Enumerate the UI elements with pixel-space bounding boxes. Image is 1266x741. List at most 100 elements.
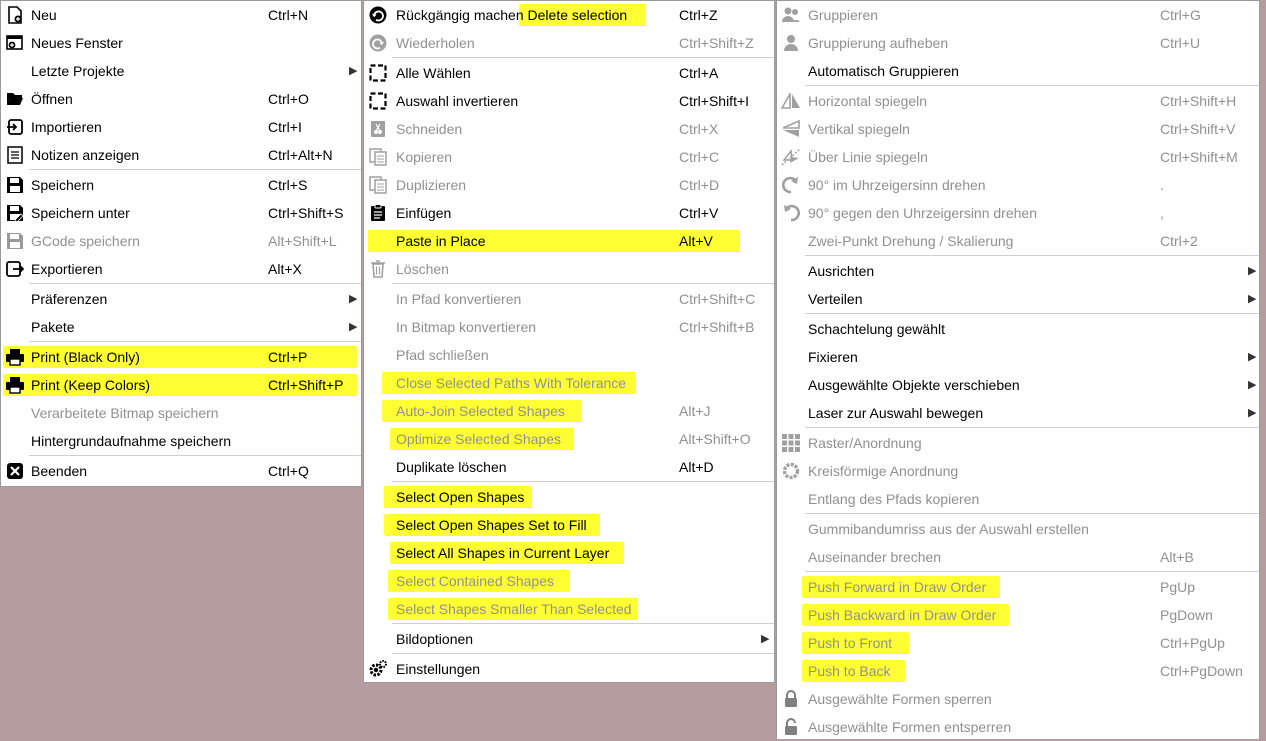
menu-item-auto-join[interactable]: Auto-Join Selected Shapes Alt+J [364,397,774,425]
menu-item-label: In Pfad konvertieren [396,291,522,307]
menu-item-unlock-shapes[interactable]: Ausgewählte Formen entsperren [777,713,1259,741]
menu-item-flip-horizontal[interactable]: Horizontal spiegeln Ctrl+Shift+H [777,87,1259,115]
menu-item-align[interactable]: Ausrichten ▶ [777,257,1259,285]
menu-item-redo[interactable]: Wiederholen Ctrl+Shift+Z [364,29,774,57]
menu-item-save[interactable]: Speichern Ctrl+S [1,171,361,199]
cut-icon [368,119,388,139]
group-icon [781,5,801,25]
menu-item-select-all[interactable]: Alle Wählen Ctrl+A [364,59,774,87]
menu-item-invert-selection[interactable]: Auswahl invertieren Ctrl+Shift+I [364,87,774,115]
menu-item-push-back[interactable]: Push to Back Ctrl+PgDown [777,657,1259,685]
menu-item-shortcut: , [1160,205,1164,221]
menu-item-two-point-rotate[interactable]: Zwei-Punkt Drehung / Skalierung Ctrl+2 [777,227,1259,255]
menu-item-label: Letzte Projekte [31,63,125,79]
menu-item-cut[interactable]: Schneiden Ctrl+X [364,115,774,143]
menu-item-nest-selected[interactable]: Schachtelung gewählt [777,315,1259,343]
menu-item-delete-duplicates[interactable]: Duplikate löschen Alt+D [364,453,774,481]
menu-item-close-paths-tolerance[interactable]: Close Selected Paths With Tolerance [364,369,774,397]
edit-menu: Rückgängig machen Delete selection Ctrl+… [363,0,775,683]
menu-item-shortcut: Alt+X [268,261,302,277]
menu-item-packages[interactable]: Pakete ▶ [1,313,361,341]
menu-item-mirror-line[interactable]: Über Linie spiegeln Ctrl+Shift+M [777,143,1259,171]
menu-item-shortcut: Ctrl+PgDown [1160,663,1243,679]
menu-item-open[interactable]: Öffnen Ctrl+O [1,85,361,113]
printer-icon [5,347,25,367]
menu-item-select-open-shapes[interactable]: Select Open Shapes [364,483,774,511]
menu-item-close-path[interactable]: Pfad schließen [364,341,774,369]
menu-item-optimize-shapes[interactable]: Optimize Selected Shapes Alt+Shift+O [364,425,774,453]
menu-item-push-forward[interactable]: Push Forward in Draw Order PgUp [777,573,1259,601]
menu-item-import[interactable]: Importieren Ctrl+I [1,113,361,141]
menu-item-convert-to-bitmap[interactable]: In Bitmap konvertieren Ctrl+Shift+B [364,313,774,341]
menu-item-recent-projects[interactable]: Letzte Projekte ▶ [1,57,361,85]
menu-item-select-smaller[interactable]: Select Shapes Smaller Than Selected [364,595,774,623]
menu-item-lock[interactable]: Fixieren ▶ [777,343,1259,371]
menu-item-label: Verarbeitete Bitmap speichern [31,405,219,421]
menu-item-duplicate[interactable]: Duplizieren Ctrl+D [364,171,774,199]
menu-item-rubber-band[interactable]: Gummibandumriss aus der Auswahl erstelle… [777,515,1259,543]
menu-item-preferences[interactable]: Präferenzen ▶ [1,285,361,313]
menu-item-move-selected[interactable]: Ausgewählte Objekte verschieben ▶ [777,371,1259,399]
menu-item-label: Einstellungen [396,661,481,677]
menu-item-push-backward[interactable]: Push Backward in Draw Order PgDown [777,601,1259,629]
menu-item-print-colors[interactable]: Print (Keep Colors) Ctrl+Shift+P [1,371,361,399]
folder-open-icon [5,89,25,109]
menu-item-label: Auseinander brechen [808,549,942,565]
menu-item-label: Importieren [31,119,102,135]
paste-icon [368,203,388,223]
menu-item-new-window[interactable]: Neues Fenster [1,29,361,57]
menu-item-save-processed-bitmap[interactable]: Verarbeitete Bitmap speichern [1,399,361,427]
menu-item-undo[interactable]: Rückgängig machen Delete selection Ctrl+… [364,1,774,29]
invert-selection-icon [368,91,388,111]
menu-item-rotate-ccw[interactable]: 90° gegen den Uhrzeigersinn drehen , [777,199,1259,227]
menu-item-label: Zwei-Punkt Drehung / Skalierung [808,233,1014,249]
menu-item-group[interactable]: Gruppieren Ctrl+G [777,1,1259,29]
menu-item-lock-shapes[interactable]: Ausgewählte Formen sperren [777,685,1259,713]
menu-item-settings[interactable]: Einstellungen [364,655,774,683]
menu-item-break-apart[interactable]: Auseinander brechen Alt+B [777,543,1259,571]
submenu-arrow-icon: ▶ [1248,379,1257,391]
menu-item-delete[interactable]: Löschen [364,255,774,283]
menu-item-label: Wiederholen [396,35,475,51]
menu-item-convert-to-path[interactable]: In Pfad konvertieren Ctrl+Shift+C [364,285,774,313]
menu-item-move-laser[interactable]: Laser zur Auswahl bewegen ▶ [777,399,1259,427]
menu-item-select-open-shapes-fill[interactable]: Select Open Shapes Set to Fill [364,511,774,539]
menu-item-flip-vertical[interactable]: Vertikal spiegeln Ctrl+Shift+V [777,115,1259,143]
menu-item-distribute[interactable]: Verteilen ▶ [777,285,1259,313]
menu-item-paste-in-place[interactable]: Paste in Place Alt+V [364,227,774,255]
menu-item-select-all-layer[interactable]: Select All Shapes in Current Layer [364,539,774,567]
menu-item-exit[interactable]: Beenden Ctrl+Q [1,457,361,485]
menu-item-label: In Bitmap konvertieren [396,319,537,335]
menu-item-print-black[interactable]: Print (Black Only) Ctrl+P [1,343,361,371]
menu-item-shortcut: Alt+Shift+L [268,233,337,249]
menu-item-label: Beenden [31,463,88,479]
menu-item-save-gcode[interactable]: GCode speichern Alt+Shift+L [1,227,361,255]
menu-item-rotate-cw[interactable]: 90° im Uhrzeigersinn drehen . [777,171,1259,199]
menu-item-paste[interactable]: Einfügen Ctrl+V [364,199,774,227]
menu-item-select-contained[interactable]: Select Contained Shapes [364,567,774,595]
menu-item-label: Print (Keep Colors) [31,377,151,393]
menu-item-push-front[interactable]: Push to Front Ctrl+PgUp [777,629,1259,657]
menu-item-ungroup[interactable]: Gruppierung aufheben Ctrl+U [777,29,1259,57]
menu-item-label: Bildoptionen [396,631,474,647]
grid-icon [781,433,801,453]
menu-item-auto-group[interactable]: Automatisch Gruppieren [777,57,1259,85]
menu-item-label: Duplizieren [396,177,467,193]
menu-item-save-as[interactable]: Speichern unter Ctrl+Shift+S [1,199,361,227]
menu-item-shortcut: Ctrl+PgUp [1160,635,1225,651]
menu-item-new[interactable]: Neu Ctrl+N [1,1,361,29]
menu-item-label: Exportieren [31,261,103,277]
menu-item-export[interactable]: Exportieren Alt+X [1,255,361,283]
menu-item-copy[interactable]: Kopieren Ctrl+C [364,143,774,171]
unlock-icon [781,717,801,737]
printer-icon [5,375,25,395]
menu-item-circular-array[interactable]: Kreisförmige Anordnung [777,457,1259,485]
menu-item-save-background-capture[interactable]: Hintergrundaufnahme speichern [1,427,361,455]
menu-item-show-notes[interactable]: Notizen anzeigen Ctrl+Alt+N [1,141,361,169]
arrange-menu: Gruppieren Ctrl+G Gruppierung aufheben C… [776,0,1260,739]
menu-item-label: Gruppieren [808,7,879,23]
menu-item-copy-along-path[interactable]: Entlang des Pfads kopieren [777,485,1259,513]
menu-item-image-options[interactable]: Bildoptionen ▶ [364,625,774,653]
submenu-arrow-icon: ▶ [761,633,770,645]
menu-item-grid-array[interactable]: Raster/Anordnung [777,429,1259,457]
